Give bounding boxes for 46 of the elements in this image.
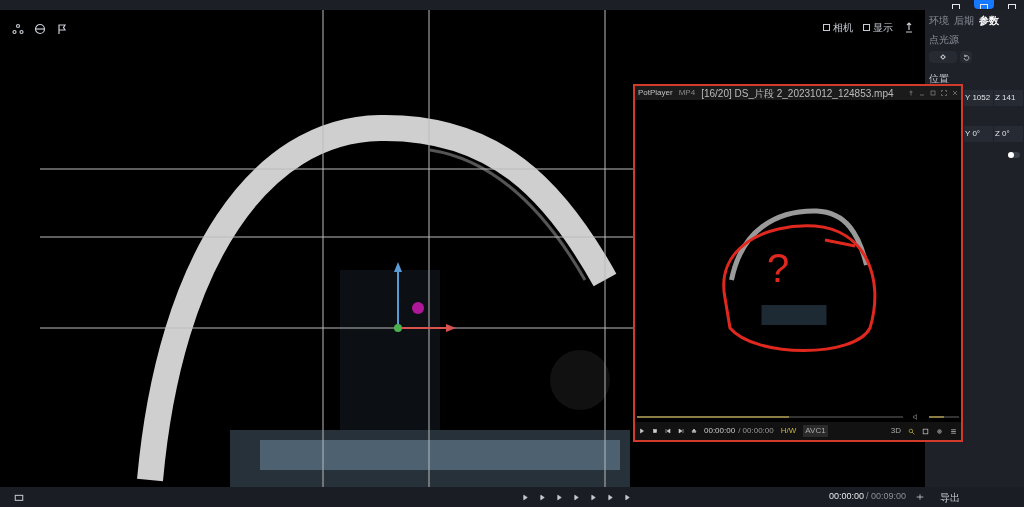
eject-icon[interactable] (691, 428, 697, 434)
frame-icon[interactable] (922, 427, 929, 435)
question-mark-annotation: ? (767, 248, 790, 288)
section-label: 位置 (929, 72, 950, 86)
file-name: [16/20] DS_片段 2_20231012_124853.mp4 (701, 86, 895, 101)
camera-dropdown-icon[interactable] (14, 492, 24, 502)
skip-back-icon[interactable] (665, 428, 671, 434)
menu-icon[interactable] (950, 427, 957, 435)
export-button[interactable]: 导出 (940, 489, 1010, 505)
mode-3d-button[interactable]: 3D (890, 425, 901, 437)
toggle-switch[interactable] (1008, 152, 1020, 158)
format-label: MP4 (678, 87, 696, 99)
rotation-field[interactable]: Y 0° (964, 126, 993, 142)
viewport-toolbar-button[interactable]: 相机 (823, 20, 853, 35)
viewport-toolbar-button[interactable]: 显示 (863, 20, 893, 35)
current-time: 00:00:00 (828, 490, 864, 504)
player-app-name[interactable]: PotPlayer (638, 87, 673, 99)
target-button[interactable] (929, 51, 957, 63)
stop-icon[interactable] (652, 428, 658, 434)
total-duration: / 00:09:00 (865, 490, 906, 504)
settings-icon[interactable] (936, 427, 943, 435)
play-icon[interactable] (572, 493, 580, 501)
player-duration: / 00:00:00 (738, 425, 774, 437)
flag-icon[interactable] (56, 23, 68, 35)
codec-label: AVC1 (803, 425, 828, 437)
header-tool-button[interactable] (974, 0, 994, 9)
maximize-icon[interactable] (930, 90, 936, 96)
player-current-time: 00:00:00 (704, 425, 736, 437)
globe-icon[interactable] (34, 23, 46, 35)
decoder-label: H/W (780, 425, 797, 437)
split-icon[interactable] (916, 493, 924, 501)
panel-title: 点光源 (929, 33, 960, 47)
position-field[interactable]: Z 141 (994, 90, 1023, 106)
volume-icon[interactable] (913, 414, 919, 420)
panel-tab[interactable]: 参数 (979, 13, 999, 28)
play-icon[interactable] (639, 428, 645, 434)
panel-tab[interactable]: 后期 (954, 13, 974, 28)
search-icon[interactable] (908, 427, 915, 435)
rotation-field[interactable]: Z 0° (994, 126, 1023, 142)
reset-button[interactable] (960, 51, 972, 63)
panel-tab[interactable]: 环境 (929, 13, 949, 28)
position-field[interactable]: Y 1052 (964, 90, 993, 106)
skip-forward-icon[interactable] (678, 428, 684, 434)
transform-tool-icon[interactable] (12, 23, 24, 35)
close-icon[interactable] (952, 90, 958, 96)
fullscreen-icon[interactable] (941, 90, 947, 96)
